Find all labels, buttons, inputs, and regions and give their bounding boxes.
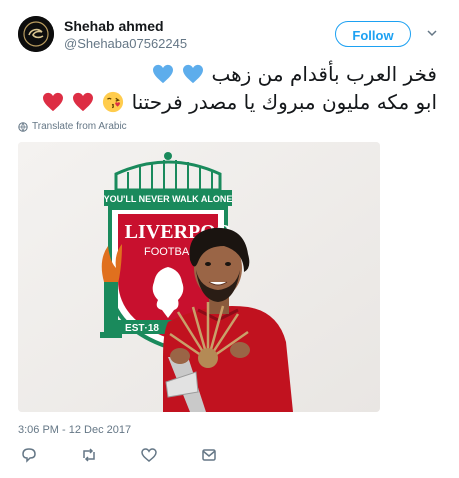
tweet-line-1-text: فخر العرب بأقدام من زهب xyxy=(211,62,437,86)
translate-link[interactable]: Translate from Arabic xyxy=(18,121,127,132)
tweet-line-1: فخر العرب بأقدام من زهب xyxy=(17,60,437,88)
user-handle[interactable]: @Shehaba07562245 xyxy=(64,36,187,51)
message-icon[interactable] xyxy=(200,446,218,464)
kiss-face-emoji xyxy=(103,91,124,113)
follow-button[interactable]: Follow xyxy=(335,21,411,47)
user-name[interactable]: Shehab ahmed xyxy=(64,18,164,34)
tweet-actions xyxy=(18,446,238,464)
like-icon[interactable] xyxy=(140,446,158,464)
crest-banner-text: YOU'LL NEVER WALK ALONE xyxy=(104,194,233,204)
retweet-icon[interactable] xyxy=(80,446,98,464)
tweet-photo[interactable]: YOU'LL NEVER WALK ALONE LIVERPOO FOOTBAL… xyxy=(18,142,380,412)
blue-heart-emoji xyxy=(152,64,173,84)
photo-content: YOU'LL NEVER WALK ALONE LIVERPOO FOOTBAL… xyxy=(18,142,380,412)
chevron-down-icon[interactable] xyxy=(426,27,438,39)
translate-label: Translate from Arabic xyxy=(32,121,127,132)
red-heart-emoji xyxy=(42,92,63,112)
avatar[interactable] xyxy=(18,16,54,52)
red-heart-emoji xyxy=(72,92,93,112)
tweet-line-2-text: ابو مكه مليون مبروك يا مصدر فرحتنا xyxy=(131,90,437,114)
blue-heart-emoji xyxy=(183,64,204,84)
tweet-line-2: ابو مكه مليون مبروك يا مصدر فرحتنا xyxy=(17,88,437,116)
reply-icon[interactable] xyxy=(20,446,38,464)
tweet-timestamp[interactable]: 3:06 PM - 12 Dec 2017 xyxy=(18,424,131,436)
crest-est-text: EST·18 xyxy=(125,323,159,334)
globe-icon xyxy=(18,121,28,132)
tweet-text: فخر العرب بأقدام من زهب ابو مكه مليون مب… xyxy=(17,60,437,116)
avatar-logo xyxy=(18,16,54,52)
